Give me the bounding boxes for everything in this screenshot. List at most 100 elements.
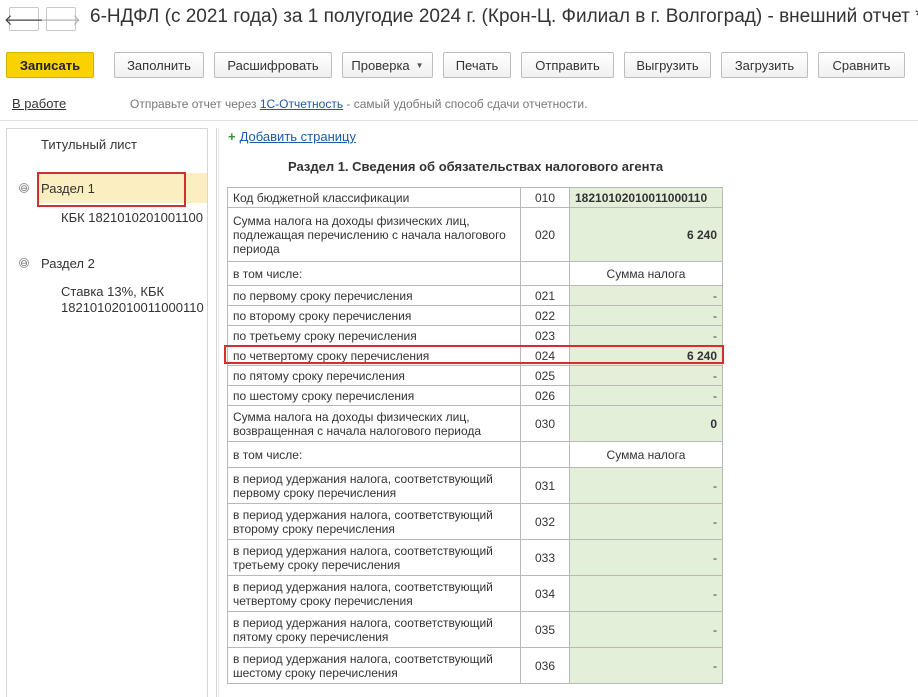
highlight-frame bbox=[37, 172, 186, 207]
check-button-label: Проверка bbox=[351, 57, 410, 73]
reporting-service-link[interactable]: 1С-Отчетность bbox=[260, 97, 343, 111]
import-button[interactable]: Загрузить bbox=[721, 52, 808, 78]
table-row: Код бюджетной классификации 010 18210102… bbox=[227, 187, 723, 208]
row-code: 023 bbox=[520, 325, 570, 346]
row-label: по шестому сроку перечисления bbox=[227, 385, 521, 406]
amount-field[interactable]: - bbox=[569, 325, 723, 346]
amount-field[interactable]: 6 240 bbox=[569, 207, 723, 262]
row-code: 021 bbox=[520, 285, 570, 306]
amount-field[interactable]: - bbox=[569, 385, 723, 406]
tree-item-section-2[interactable]: Раздел 2 bbox=[41, 256, 95, 271]
forward-button[interactable]: 🡒 bbox=[41, 7, 81, 31]
subheader-label: в том числе: bbox=[227, 441, 521, 468]
row-code: 033 bbox=[520, 539, 570, 576]
table-row: в период удержания налога, соответствующ… bbox=[227, 539, 723, 576]
collapse-icon[interactable]: ⊖ bbox=[19, 183, 29, 193]
chevron-down-icon: ▼ bbox=[415, 60, 424, 70]
divider bbox=[0, 120, 918, 121]
amount-field[interactable]: 6 240 bbox=[569, 345, 723, 366]
tree-item-title-page[interactable]: Титульный лист bbox=[41, 137, 137, 152]
row-code: 030 bbox=[520, 405, 570, 442]
section-1-table: Код бюджетной классификации 010 18210102… bbox=[227, 187, 723, 684]
plus-icon: + bbox=[228, 129, 236, 144]
tree-item-rate-13-kbk: 18210102010011000110 bbox=[61, 300, 204, 315]
section-title: Раздел 1. Сведения об обязательствах нал… bbox=[288, 159, 664, 174]
table-row: в период удержания налога, соответствующ… bbox=[227, 575, 723, 612]
back-button[interactable]: 🡐 bbox=[4, 7, 44, 31]
row-code: 031 bbox=[520, 467, 570, 504]
table-row: в период удержания налога, соответствующ… bbox=[227, 467, 723, 504]
amount-field[interactable]: - bbox=[569, 503, 723, 540]
row-code: 035 bbox=[520, 611, 570, 648]
status-link[interactable]: В работе bbox=[12, 96, 66, 111]
fill-button[interactable]: Заполнить bbox=[114, 52, 204, 78]
report-form: + Добавить страницу Раздел 1. Сведения об… bbox=[222, 128, 918, 697]
status-message-after: - самый удобный способ сдачи отчетности. bbox=[343, 97, 588, 111]
amount-field[interactable]: 0 bbox=[569, 405, 723, 442]
divider bbox=[218, 128, 219, 697]
table-row: Сумма налога на доходы физических лиц, в… bbox=[227, 405, 723, 442]
row-code: 032 bbox=[520, 503, 570, 540]
row-label: по пятому сроку перечисления bbox=[227, 365, 521, 386]
amount-field[interactable]: - bbox=[569, 539, 723, 576]
amount-field[interactable]: - bbox=[569, 647, 723, 684]
splitter[interactable] bbox=[216, 128, 217, 697]
row-code: 034 bbox=[520, 575, 570, 612]
table-row: в период удержания налога, соответствующ… bbox=[227, 503, 723, 540]
amount-field[interactable]: - bbox=[569, 365, 723, 386]
table-subheader: в том числе: Сумма налога bbox=[227, 261, 723, 286]
send-button[interactable]: Отправить bbox=[521, 52, 614, 78]
amount-field[interactable]: - bbox=[569, 467, 723, 504]
table-row: по первому сроку перечисления 021 - bbox=[227, 285, 723, 306]
status-bar: В работе Отправьте отчет через 1С-Отчетн… bbox=[0, 90, 918, 120]
arrow-right-icon: 🡒 bbox=[40, 11, 82, 29]
kbk-field[interactable]: 18210102010011000110 bbox=[569, 187, 723, 208]
table-row: по шестому сроку перечисления 026 - bbox=[227, 385, 723, 406]
amount-field[interactable]: - bbox=[569, 305, 723, 326]
add-page-label: Добавить страницу bbox=[239, 129, 356, 144]
row-label: в период удержания налога, соответствующ… bbox=[227, 467, 521, 504]
amount-field[interactable]: - bbox=[569, 611, 723, 648]
print-button[interactable]: Печать bbox=[443, 52, 511, 78]
table-row: по третьему сроку перечисления 023 - bbox=[227, 325, 723, 346]
toolbar: Записать Заполнить Расшифровать Проверка… bbox=[0, 52, 918, 82]
table-row: по четвертому сроку перечисления 024 6 2… bbox=[227, 345, 723, 366]
save-button[interactable]: Записать bbox=[6, 52, 94, 78]
window-title: 6-НДФЛ (с 2021 года) за 1 полугодие 2024… bbox=[90, 6, 918, 27]
collapse-icon[interactable]: ⊖ bbox=[19, 258, 29, 268]
row-label: по второму сроку перечисления bbox=[227, 305, 521, 326]
table-row: Сумма налога на доходы физических лиц, п… bbox=[227, 207, 723, 262]
row-code: 010 bbox=[520, 187, 570, 208]
row-label: по третьему сроку перечисления bbox=[227, 325, 521, 346]
compare-button[interactable]: Сравнить bbox=[818, 52, 905, 78]
amount-field[interactable]: - bbox=[569, 575, 723, 612]
title-bar: 🡐 🡒 6-НДФЛ (с 2021 года) за 1 полугодие … bbox=[0, 0, 918, 40]
subheader-spacer bbox=[520, 261, 570, 286]
table-row: в период удержания налога, соответствующ… bbox=[227, 611, 723, 648]
arrow-left-icon: 🡐 bbox=[3, 11, 45, 29]
add-page-link[interactable]: + Добавить страницу bbox=[228, 129, 356, 144]
tree-item-kbk[interactable]: КБК 1821010201001100 bbox=[61, 210, 203, 225]
row-label: Код бюджетной классификации bbox=[227, 187, 521, 208]
row-label: Сумма налога на доходы физических лиц, в… bbox=[227, 405, 521, 442]
status-message-before: Отправьте отчет через bbox=[130, 97, 260, 111]
row-label: по четвертому сроку перечисления bbox=[227, 345, 521, 366]
tree-item-rate-13[interactable]: Ставка 13%, КБК bbox=[61, 284, 164, 299]
check-button[interactable]: Проверка ▼ bbox=[342, 52, 433, 78]
row-label: в период удержания налога, соответствующ… bbox=[227, 539, 521, 576]
row-code: 036 bbox=[520, 647, 570, 684]
row-code: 022 bbox=[520, 305, 570, 326]
row-label: по первому сроку перечисления bbox=[227, 285, 521, 306]
row-label: в период удержания налога, соответствующ… bbox=[227, 647, 521, 684]
export-button[interactable]: Выгрузить bbox=[624, 52, 711, 78]
row-label: в период удержания налога, соответствующ… bbox=[227, 611, 521, 648]
table-row: в период удержания налога, соответствующ… bbox=[227, 647, 723, 684]
subheader-column: Сумма налога bbox=[569, 441, 723, 468]
table-row: по второму сроку перечисления 022 - bbox=[227, 305, 723, 326]
amount-field[interactable]: - bbox=[569, 285, 723, 306]
row-code: 025 bbox=[520, 365, 570, 386]
decode-button[interactable]: Расшифровать bbox=[214, 52, 332, 78]
section-tree: Титульный лист ⊖ Раздел 1 КБК 1821010201… bbox=[6, 128, 208, 697]
row-label: в период удержания налога, соответствующ… bbox=[227, 503, 521, 540]
subheader-spacer bbox=[520, 441, 570, 468]
